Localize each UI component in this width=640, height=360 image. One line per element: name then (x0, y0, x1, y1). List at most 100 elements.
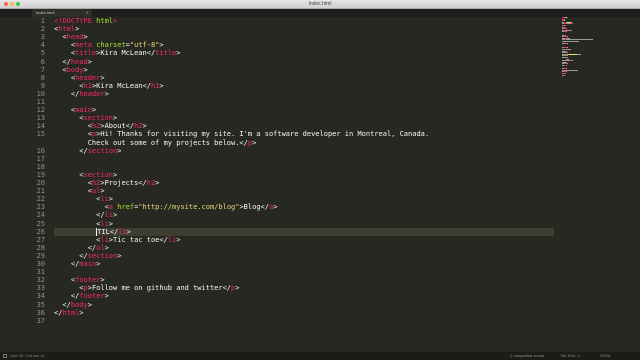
code-token: >Kira McLean</ (96, 49, 156, 58)
code-line[interactable]: </ul> (54, 244, 109, 252)
code-token: > (100, 276, 105, 285)
code-line[interactable]: <h1>Kira McLean</h1> (54, 82, 163, 90)
code-line[interactable]: </body> (54, 301, 92, 309)
code-line[interactable]: <p>Follow me on github and twitter</p> (54, 284, 239, 292)
code-token: > (142, 122, 147, 131)
code-token: title (75, 49, 97, 58)
code-token: > (96, 260, 101, 268)
code-token: > (79, 308, 84, 317)
code-line[interactable]: <!DOCTYPE html> (54, 17, 117, 25)
code-token: > (75, 25, 80, 34)
line-number: 17 (36, 154, 45, 163)
title-bar: Index.html (0, 0, 640, 9)
code-line[interactable]: <main> (54, 106, 96, 114)
code-line-current[interactable]: TIL</li> (54, 227, 554, 236)
code-token: > (108, 195, 114, 204)
code-token: html (62, 308, 80, 317)
minimap-stroke (567, 42, 568, 44)
code-line[interactable]: <h2>Projects</h2> (54, 179, 160, 187)
code-token: > (91, 106, 97, 115)
tab-label: Index.html (36, 10, 55, 15)
line-number: 3 (40, 33, 45, 42)
panel-toggle-icon[interactable] (3, 354, 7, 358)
line-number: 31 (36, 268, 45, 277)
code-token: < (54, 49, 76, 58)
code-line[interactable]: </header> (54, 90, 109, 98)
code-token: > (104, 243, 109, 252)
indentation-setting[interactable]: Tab Size: 2 (560, 352, 580, 360)
code-token: li (100, 195, 109, 204)
line-number: 12 (36, 106, 45, 115)
line-number: 35 (36, 300, 45, 309)
line-number: 7 (40, 65, 45, 74)
line-number: 25 (36, 219, 45, 228)
editor-window: Index.html Index.html ✕ 1 2 3 4 5 6 7 8 9 10 11 12 1… (0, 0, 640, 360)
code-token: < (54, 33, 67, 42)
code-line[interactable]: </section> (54, 147, 121, 155)
code-line[interactable]: <h2>About</h2> (54, 122, 147, 130)
code-token: < (54, 187, 92, 196)
code-line[interactable]: </html> (54, 309, 84, 317)
code-token: main (75, 106, 92, 115)
line-number: 32 (36, 276, 45, 285)
code-line[interactable]: <li> (54, 195, 113, 203)
code-line[interactable]: <section> (54, 114, 117, 122)
code-token: >Projects</ (100, 179, 147, 187)
code-line[interactable]: <ul> (54, 187, 105, 195)
line-number: 29 (36, 251, 45, 260)
code-line[interactable]: </head> (54, 58, 92, 66)
syntax-selector[interactable]: HTML (600, 352, 611, 360)
code-line[interactable]: </li> (54, 211, 117, 219)
code-token: > (87, 300, 92, 309)
code-line[interactable]: <html> (54, 25, 79, 33)
code-token: </ (54, 292, 80, 301)
code-token: TIL</ (97, 227, 119, 236)
minimap[interactable] (562, 17, 594, 77)
code-line[interactable]: </section> (54, 252, 121, 260)
code-token: < (54, 130, 92, 139)
code-line[interactable]: <footer> (54, 276, 105, 284)
code-line[interactable]: </footer> (54, 292, 109, 300)
line-number: 15 (36, 130, 45, 139)
code-token: head (66, 33, 84, 42)
code-token: > (117, 251, 122, 260)
code-token: li (167, 235, 177, 244)
code-token: > (117, 146, 122, 155)
code-token: > (155, 179, 160, 187)
code-line[interactable]: <p>Hi! Thanks for visiting my site. I'm … (54, 130, 429, 138)
code-token: </ (54, 211, 105, 220)
code-line[interactable]: <li> (54, 220, 113, 228)
minimap-stroke (570, 49, 571, 50)
code-token: < (54, 179, 92, 187)
code-line[interactable]: Check out some of my projects below.</p> (54, 139, 257, 147)
code-token: < (54, 170, 84, 179)
code-line[interactable]: <li>Tic tac toe</li> (54, 236, 180, 244)
code-token: "http://mysite.com/blog" (138, 203, 240, 212)
code-line[interactable]: </main> (54, 260, 101, 268)
tab-index-html[interactable]: Index.html ✕ (32, 9, 92, 17)
code-token: > (104, 89, 109, 98)
code-line[interactable]: <header> (54, 74, 105, 82)
line-number: 6 (40, 57, 45, 66)
code-token: > (100, 73, 105, 82)
code-token: html (91, 17, 114, 25)
code-token: li (100, 219, 109, 228)
tab-close-icon[interactable]: ✕ (86, 9, 89, 17)
line-number: 9 (40, 81, 45, 90)
code-line[interactable]: <meta charset="utf-8"> (54, 41, 164, 49)
code-line[interactable]: <title>Kira McLean</title> (54, 49, 181, 58)
tab-bar: Index.html ✕ (0, 9, 640, 17)
code-token: head (70, 57, 88, 66)
vertical-scrollbar[interactable] (626, 17, 632, 352)
minimap-stroke (578, 41, 579, 42)
code-line[interactable]: <head> (54, 33, 87, 42)
code-area[interactable]: <!DOCTYPE html> <html> <head> <meta chars… (54, 17, 554, 352)
code-line[interactable]: <section> (54, 171, 117, 179)
code-line[interactable]: <a href="http://mysite.com/blog">Blog</a… (54, 203, 278, 212)
code-editor[interactable]: 1 2 3 4 5 6 7 8 9 10 11 12 13 14 15 16 17 18 19 20 21 22 23 24 2… (0, 17, 640, 352)
code-token: charset (96, 41, 126, 50)
code-line[interactable]: <body> (54, 66, 87, 74)
line-number: 26 (36, 227, 45, 236)
minimap-stroke (580, 53, 581, 55)
